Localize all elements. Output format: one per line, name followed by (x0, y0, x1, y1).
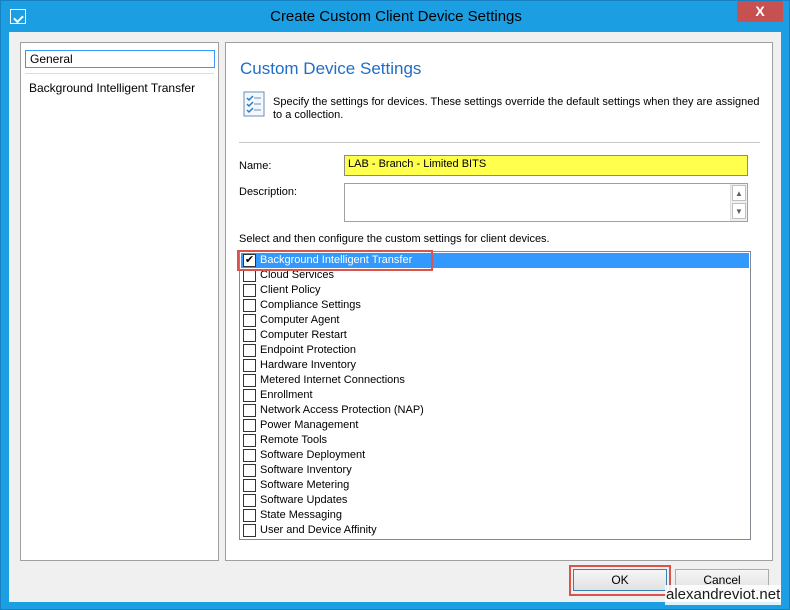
checkbox[interactable] (243, 374, 256, 387)
list-item[interactable]: State Messaging (241, 508, 749, 523)
window-title: Create Custom Client Device Settings (270, 8, 522, 25)
description-label: Description: (239, 186, 298, 198)
scroll-up-icon[interactable]: ▲ (732, 185, 746, 201)
checkbox[interactable] (243, 449, 256, 462)
list-item[interactable]: Computer Restart (241, 328, 749, 343)
checkbox[interactable] (243, 494, 256, 507)
divider (239, 142, 760, 143)
list-item[interactable]: Power Management (241, 418, 749, 433)
list-item[interactable]: Endpoint Protection (241, 343, 749, 358)
list-item[interactable]: Computer Agent (241, 313, 749, 328)
list-item[interactable]: User and Device Affinity (241, 523, 749, 538)
list-item[interactable]: Software Updates (241, 493, 749, 508)
checkbox[interactable] (243, 419, 256, 432)
list-item[interactable]: Metered Internet Connections (241, 373, 749, 388)
name-label: Name: (239, 160, 272, 172)
info-line-2: to a collection. (273, 109, 344, 121)
sidebar-item-background-intelligent-transfer[interactable]: Background Intelligent Transfer (25, 80, 215, 98)
checkbox[interactable] (243, 434, 256, 447)
description-field[interactable]: ▲ ▼ (344, 183, 748, 222)
checkbox[interactable] (243, 299, 256, 312)
checkbox[interactable] (243, 404, 256, 417)
dialog-window: Create Custom Client Device Settings X G… (0, 0, 790, 610)
list-item[interactable]: Client Policy (241, 283, 749, 298)
checkbox[interactable] (243, 389, 256, 402)
list-item[interactable]: Compliance Settings (241, 298, 749, 313)
list-caption: Select and then configure the custom set… (239, 233, 550, 245)
checkbox[interactable] (243, 509, 256, 522)
info-description: Specify the settings for devices. These … (273, 96, 763, 122)
annotation-highlight-bits (237, 250, 433, 271)
scroll-down-icon[interactable]: ▼ (732, 203, 746, 219)
list-item[interactable]: Hardware Inventory (241, 358, 749, 373)
checkbox[interactable] (243, 479, 256, 492)
checkbox[interactable] (243, 359, 256, 372)
settings-list: ✔ Background Intelligent Transfer Cloud … (239, 251, 751, 540)
list-item[interactable]: Software Deployment (241, 448, 749, 463)
description-scrollbar[interactable]: ▲ ▼ (730, 184, 747, 221)
list-item[interactable]: Software Metering (241, 478, 749, 493)
checkbox[interactable] (243, 314, 256, 327)
sidebar-item-general[interactable]: General (25, 50, 215, 68)
dialog-body: General Background Intelligent Transfer … (9, 32, 781, 602)
title-bar[interactable]: Create Custom Client Device Settings X (1, 1, 789, 33)
list-item[interactable]: Network Access Protection (NAP) (241, 403, 749, 418)
page-title: Custom Device Settings (240, 59, 422, 78)
annotation-highlight-ok (569, 565, 671, 596)
checkbox[interactable] (243, 284, 256, 297)
list-item[interactable]: Enrollment (241, 388, 749, 403)
list-item[interactable]: Software Inventory (241, 463, 749, 478)
checkbox[interactable] (243, 329, 256, 342)
watermark: alexandreviot.net (665, 585, 782, 605)
checklist-icon (243, 91, 265, 117)
settings-panel: Custom Device Settings Specify the setti… (225, 42, 773, 561)
checkbox[interactable] (243, 344, 256, 357)
list-item[interactable]: Remote Tools (241, 433, 749, 448)
close-button[interactable]: X (737, 1, 783, 22)
info-line-1: Specify the settings for devices. These … (273, 96, 760, 108)
sidebar-divider (25, 73, 214, 74)
name-field[interactable]: LAB - Branch - Limited BITS (344, 155, 748, 176)
sidebar: General Background Intelligent Transfer (20, 42, 219, 561)
checkbox[interactable] (243, 464, 256, 477)
checkbox[interactable] (243, 524, 256, 537)
